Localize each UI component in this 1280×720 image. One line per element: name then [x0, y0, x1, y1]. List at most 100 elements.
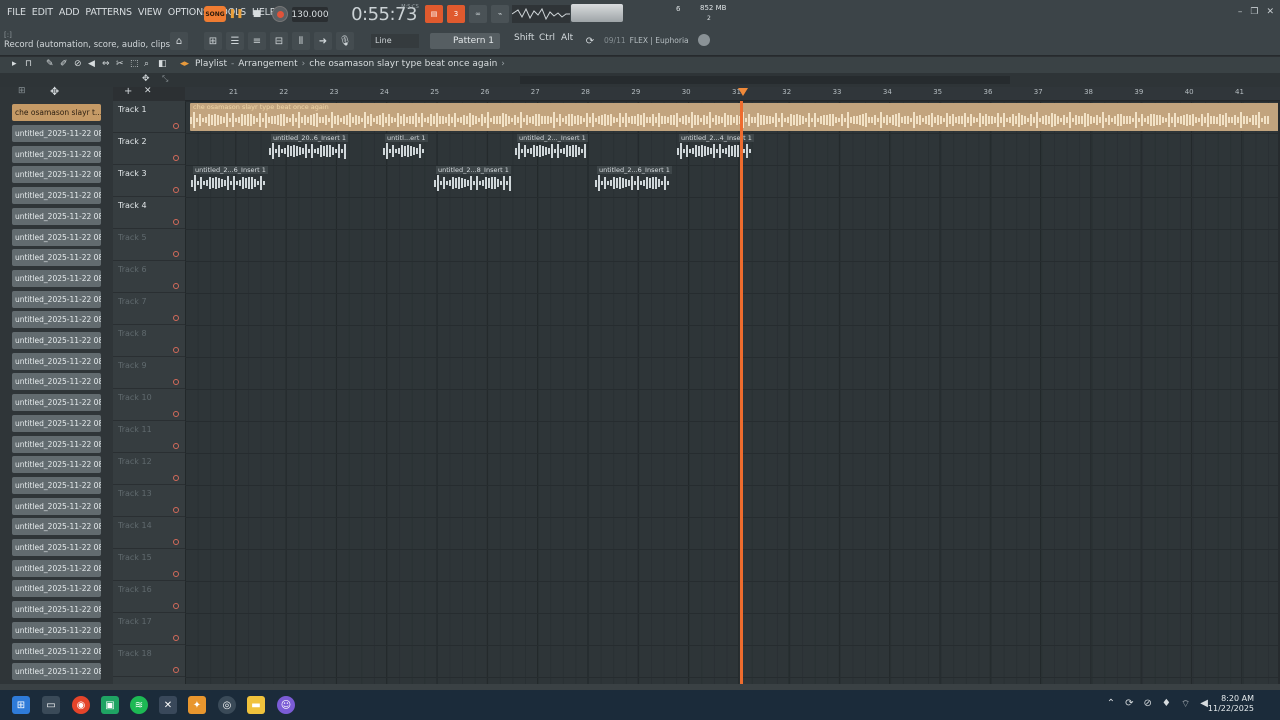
- pattern-item[interactable]: untitled_2025-11-22 08-...: [12, 559, 101, 577]
- track-mute-dot-icon[interactable]: [173, 635, 179, 641]
- audio-clip[interactable]: untitled_2...6_Insert 1: [191, 166, 268, 196]
- stop-icon[interactable]: ■: [250, 7, 264, 21]
- mute-tool-icon[interactable]: ◀: [88, 59, 95, 69]
- track-mute-dot-icon[interactable]: [173, 379, 179, 385]
- pattern-item[interactable]: untitled_2025-11-22 08-...: [12, 373, 101, 391]
- pattern-item[interactable]: untitled_2025-11-22 08-...: [12, 187, 101, 205]
- mixer-icon[interactable]: ⊟: [270, 32, 288, 50]
- track-mute-dot-icon[interactable]: [173, 539, 179, 545]
- track-header[interactable]: Track 3: [113, 165, 185, 197]
- track-header[interactable]: Track 18: [113, 645, 185, 677]
- track-mute-dot-icon[interactable]: [173, 571, 179, 577]
- remove-icon[interactable]: ✕: [144, 86, 152, 96]
- plugin-icon[interactable]: ⦀: [292, 32, 310, 50]
- alt-button[interactable]: Alt: [561, 33, 573, 43]
- pattern-item-selected[interactable]: che osamason slayr t...: [12, 104, 101, 121]
- volume-icon[interactable]: ◀: [1200, 698, 1208, 711]
- spotify-icon[interactable]: ≋: [130, 696, 148, 714]
- pattern-item[interactable]: untitled_2025-11-22 08-...: [12, 539, 101, 556]
- audio-clip[interactable]: untitled_2...8_Insert 1: [434, 166, 512, 196]
- arrow-right-icon[interactable]: ➜: [314, 32, 332, 50]
- close-icon[interactable]: ✕: [1266, 7, 1274, 17]
- select-tool-icon[interactable]: ⬚: [130, 59, 139, 69]
- refresh-icon[interactable]: ⟳: [581, 32, 599, 50]
- pattern-item[interactable]: untitled_2025-11-22 08-...: [12, 518, 101, 536]
- audio-clip[interactable]: untitl...ert 1: [383, 134, 428, 164]
- slice-tool-icon[interactable]: ✂: [116, 59, 124, 69]
- pattern-item[interactable]: untitled_2025-11-22 08-...: [12, 125, 101, 142]
- sync-icon[interactable]: ⟳: [1125, 698, 1133, 711]
- slip-tool-icon[interactable]: ⇔: [102, 59, 110, 69]
- magnet-icon[interactable]: ⌂: [170, 32, 188, 50]
- pattern-item[interactable]: untitled_2025-11-22 08-...: [12, 497, 101, 515]
- pattern-item[interactable]: untitled_2025-11-22 08-...: [12, 580, 101, 598]
- track-header[interactable]: Track 9: [113, 357, 185, 389]
- track-header[interactable]: Track 10: [113, 389, 185, 421]
- pattern-item[interactable]: untitled_2025-11-22 08-...: [12, 207, 101, 225]
- minimize-icon[interactable]: –: [1238, 7, 1243, 17]
- audio-clip[interactable]: untitled_2...6_Insert 1: [595, 166, 672, 196]
- browser-icon[interactable]: ⊞: [204, 32, 222, 50]
- track-header[interactable]: Track 16: [113, 581, 185, 613]
- metronome-icon[interactable]: ▤: [425, 5, 443, 23]
- track-header[interactable]: Track 14: [113, 517, 185, 549]
- track-header[interactable]: Track 4: [113, 197, 185, 229]
- timeline-ruler[interactable]: 21 22 23 24 25 26 27 28 29 30 31 32 33 34 35 36 37 38 39 40…: [185, 87, 1280, 101]
- windows-start-icon[interactable]: ⊞: [12, 696, 30, 714]
- track-header[interactable]: Track 7: [113, 293, 185, 325]
- step-edit-icon[interactable]: ⌁: [491, 5, 509, 23]
- pattern-item[interactable]: untitled_2025-11-22 08-...: [12, 269, 101, 287]
- main-audio-clip[interactable]: che osamason slayr type beat once again: [190, 103, 1280, 131]
- track-header[interactable]: Track 12: [113, 453, 185, 485]
- playlist-options-icon[interactable]: ◂▸: [180, 59, 189, 69]
- globe-icon[interactable]: [698, 34, 710, 46]
- track-header[interactable]: Track 8: [113, 325, 185, 357]
- piano-roll-icon[interactable]: ≡: [248, 32, 266, 50]
- picker-grid-icon[interactable]: ⊞: [18, 86, 26, 96]
- restore-icon[interactable]: ❐: [1250, 7, 1258, 17]
- pattern-item[interactable]: untitled_2025-11-22 08-...: [12, 663, 101, 681]
- track-mute-dot-icon[interactable]: [173, 475, 179, 481]
- pattern-item[interactable]: untitled_2025-11-22 08-...: [12, 456, 101, 474]
- file-explorer-icon[interactable]: ▬: [247, 696, 265, 714]
- move-icon[interactable]: ✥: [142, 74, 150, 84]
- horizontal-scrollbar[interactable]: [520, 76, 1010, 84]
- pattern-item[interactable]: untitled_2025-11-22 08-...: [12, 642, 101, 660]
- pattern-item[interactable]: untitled_2025-11-22 08-...: [12, 476, 101, 494]
- add-track-icon[interactable]: +: [124, 86, 132, 97]
- track-header[interactable]: Track 13: [113, 485, 185, 517]
- network-off-icon[interactable]: ⊘: [1144, 698, 1152, 711]
- pattern-item[interactable]: untitled_2025-11-22 08-...: [12, 435, 101, 453]
- fl-studio-icon[interactable]: ✦: [188, 696, 206, 714]
- snap-magnet-icon[interactable]: ⊓: [25, 59, 32, 69]
- pattern-item[interactable]: untitled_2025-11-22 08-...: [12, 249, 101, 267]
- track-mute-dot-icon[interactable]: [173, 603, 179, 609]
- capcut-icon[interactable]: ✕: [159, 696, 177, 714]
- pause-icon[interactable]: ❚❚: [228, 7, 243, 21]
- pattern-item[interactable]: untitled_2025-11-22 08-...: [12, 601, 101, 619]
- track-mute-dot-icon[interactable]: [173, 123, 179, 129]
- ctrl-button[interactable]: Ctrl: [539, 33, 555, 43]
- channel-rack-icon[interactable]: ☰: [226, 32, 244, 50]
- countdown-icon[interactable]: 3: [447, 5, 465, 23]
- track-mute-dot-icon[interactable]: [173, 155, 179, 161]
- wifi-icon[interactable]: ⌔: [1181, 698, 1190, 711]
- pattern-item[interactable]: untitled_2025-11-22 08-...: [12, 290, 101, 308]
- discord-icon[interactable]: ☺: [277, 696, 295, 714]
- playhead-marker[interactable]: [738, 88, 748, 96]
- app-icon-green[interactable]: ▣: [101, 696, 119, 714]
- pattern-item[interactable]: untitled_2025-11-22 08-...: [12, 621, 101, 639]
- track-mute-dot-icon[interactable]: [173, 347, 179, 353]
- track-mute-dot-icon[interactable]: [173, 507, 179, 513]
- microphone-icon[interactable]: 🎙: [336, 32, 354, 50]
- playhead-line[interactable]: [740, 101, 743, 684]
- track-header[interactable]: Track 11: [113, 421, 185, 453]
- track-mute-dot-icon[interactable]: [173, 219, 179, 225]
- menu-edit[interactable]: EDIT: [29, 6, 56, 20]
- paint-tool-icon[interactable]: ✐: [60, 59, 68, 69]
- track-header[interactable]: Track 5: [113, 229, 185, 261]
- resize-icon[interactable]: ⤡: [162, 74, 168, 84]
- snap-selector[interactable]: Line: [371, 34, 419, 48]
- delete-tool-icon[interactable]: ⊘: [74, 59, 82, 69]
- pattern-item[interactable]: untitled_2025-11-22 08-...: [12, 228, 101, 246]
